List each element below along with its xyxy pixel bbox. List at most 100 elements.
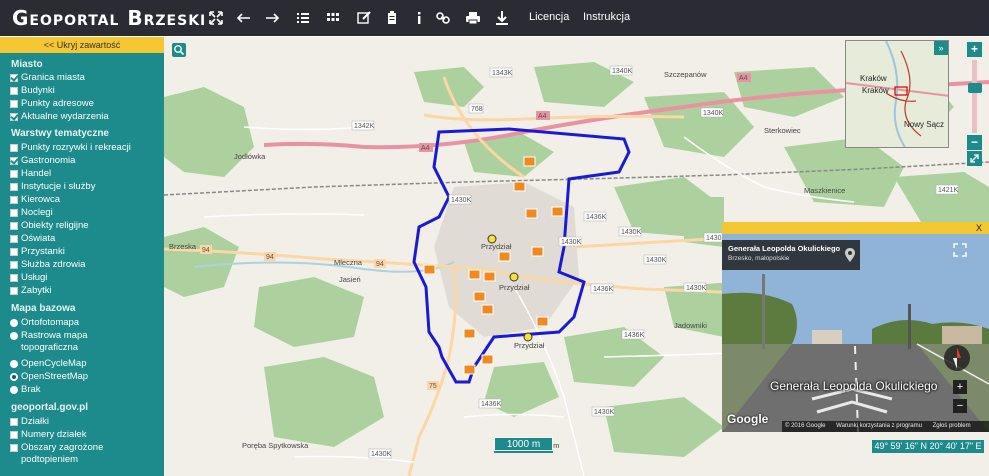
layer-services[interactable]: Usługi — [10, 272, 47, 283]
checkbox-checked[interactable] — [10, 112, 18, 121]
checkbox[interactable] — [10, 99, 18, 108]
edit-icon[interactable] — [355, 9, 373, 27]
place-label: Jadowniki — [674, 321, 707, 330]
checkbox[interactable] — [10, 143, 18, 152]
layer-health[interactable]: Służba zdrowia — [10, 259, 85, 270]
layer-institutions[interactable]: Instytucje i służby — [10, 181, 95, 192]
road-label: 768 — [471, 106, 483, 113]
road-label: 1436K — [593, 286, 614, 293]
checkbox[interactable] — [10, 273, 18, 282]
road-label: A4 — [538, 113, 547, 120]
table-grid-icon[interactable] — [324, 9, 342, 27]
layer-bus-stops[interactable]: Przystanki — [10, 246, 65, 257]
checkbox[interactable] — [10, 260, 18, 269]
basemap-orthophoto[interactable]: Ortofotomapa — [10, 317, 79, 328]
checkbox[interactable] — [10, 247, 18, 256]
checkbox-checked[interactable] — [10, 73, 18, 82]
streetview-expand-button[interactable] — [953, 243, 967, 257]
zoom-out-button[interactable]: − — [967, 135, 982, 150]
road-label: 1430K — [686, 285, 707, 292]
layer-parcels[interactable]: Działki — [10, 416, 49, 427]
radio-selected[interactable] — [10, 372, 18, 381]
info-icon[interactable] — [410, 9, 428, 27]
radio[interactable] — [10, 318, 18, 327]
checkbox[interactable] — [10, 182, 18, 191]
layer-religious[interactable]: Obiekty religijne — [10, 220, 89, 231]
basemap-topographic[interactable]: Rastrowa mapa topograficzna — [10, 330, 130, 354]
zoom-slider-handle[interactable] — [968, 82, 982, 93]
overview-toggle-button[interactable]: » — [934, 41, 948, 55]
print-icon[interactable] — [464, 9, 482, 27]
basemap-none[interactable]: Brak — [10, 384, 41, 395]
layer-education[interactable]: Oświata — [10, 233, 55, 244]
streetview-footer: © 2016 Google Warunki korzystania z prog… — [782, 421, 989, 432]
instructions-link[interactable]: Instrukcja — [583, 11, 630, 23]
road-label: 1342K — [354, 123, 375, 130]
layer-label: Usługi — [21, 272, 48, 283]
layer-flood-areas[interactable]: Obszary zagrożone podtopieniem — [10, 442, 120, 466]
checkbox[interactable] — [10, 234, 18, 243]
checkbox[interactable] — [10, 86, 18, 95]
forward-arrow-icon[interactable] — [263, 9, 281, 27]
layer-gastronomy[interactable]: Gastronomia — [10, 155, 75, 166]
radio[interactable] — [10, 359, 18, 368]
radio[interactable] — [10, 332, 18, 340]
layer-trade[interactable]: Handel — [10, 168, 51, 179]
section-title-thematic: Warstwy tematyczne — [11, 128, 109, 139]
checkbox[interactable] — [10, 208, 18, 217]
layer-recreation[interactable]: Punkty rozrywki i rekreacji — [10, 142, 131, 153]
fullscreen-button[interactable] — [967, 151, 982, 166]
link-icon[interactable] — [434, 9, 452, 27]
overview-label: Kraków — [862, 86, 889, 95]
compass-icon[interactable] — [942, 343, 972, 373]
back-arrow-icon[interactable] — [235, 9, 253, 27]
layer-monuments[interactable]: Zabytki — [10, 285, 52, 296]
location-pin-icon[interactable] — [845, 248, 855, 262]
legend-list-icon[interactable] — [294, 9, 312, 27]
report-problem-link[interactable]: Zgłoś problem — [933, 423, 971, 429]
layer-label: Kierowca — [21, 194, 61, 205]
streetview-close-button[interactable]: X — [973, 222, 985, 234]
zoom-in-button[interactable]: + — [967, 42, 982, 57]
checkbox[interactable] — [10, 221, 18, 230]
terms-link[interactable]: Warunki korzystania z programu — [836, 423, 922, 429]
road-label: 94 — [376, 261, 384, 268]
basemap-label: Rastrowa mapa topograficzna — [21, 330, 88, 353]
checkbox[interactable] — [10, 444, 18, 452]
streetview-zoom-out-button[interactable]: − — [953, 399, 967, 413]
streetview-zoom-in-button[interactable]: + — [953, 380, 967, 394]
geoportal-app: Geoportal Brzeski Licencja Instrukcja <<… — [0, 0, 989, 476]
checkbox[interactable] — [10, 417, 18, 426]
layer-buildings[interactable]: Budynki — [10, 85, 55, 96]
extent-icon[interactable] — [207, 9, 225, 27]
place-label: Brzeska — [169, 242, 197, 251]
layer-parcel-numbers[interactable]: Numery działek — [10, 429, 86, 440]
layer-address-points[interactable]: Punkty adresowe — [10, 98, 94, 109]
checkbox-checked[interactable] — [10, 156, 18, 165]
streetview-road-overlay: Generała Leopolda Okulickiego — [770, 379, 938, 393]
layer-city-boundary[interactable]: Granica miasta — [10, 72, 85, 83]
layer-driver[interactable]: Kierowca — [10, 194, 60, 205]
road-label: 75 — [429, 383, 437, 390]
checkbox[interactable] — [10, 195, 18, 204]
layer-label: Budynki — [21, 85, 55, 96]
basemap-opencyclemap[interactable]: OpenCycleMap — [10, 358, 86, 369]
checkbox[interactable] — [10, 286, 18, 295]
map-search-button[interactable] — [172, 43, 186, 57]
road-label: 94 — [202, 247, 210, 254]
hide-sidebar-button[interactable]: << Ukryj zawartość — [0, 37, 164, 53]
layer-lodging[interactable]: Noclegi — [10, 207, 53, 218]
road-label: 1430K — [561, 239, 582, 246]
checkbox[interactable] — [10, 430, 18, 439]
scale-bar: 1000 m — [494, 437, 553, 451]
license-link[interactable]: Licencja — [529, 11, 569, 23]
basemap-openstreetmap[interactable]: OpenStreetMap — [10, 371, 88, 382]
zoom-slider-track[interactable] — [972, 60, 977, 133]
checkbox[interactable] — [10, 169, 18, 178]
layer-current-events[interactable]: Aktualne wydarzenia — [10, 111, 109, 122]
radio[interactable] — [10, 385, 18, 394]
road-label: 1430K — [451, 197, 472, 204]
clipboard-icon[interactable] — [383, 9, 401, 27]
overview-map[interactable]: Kraków Kraków Nowy Sącz — [845, 40, 949, 148]
measure-icon[interactable] — [493, 9, 511, 27]
